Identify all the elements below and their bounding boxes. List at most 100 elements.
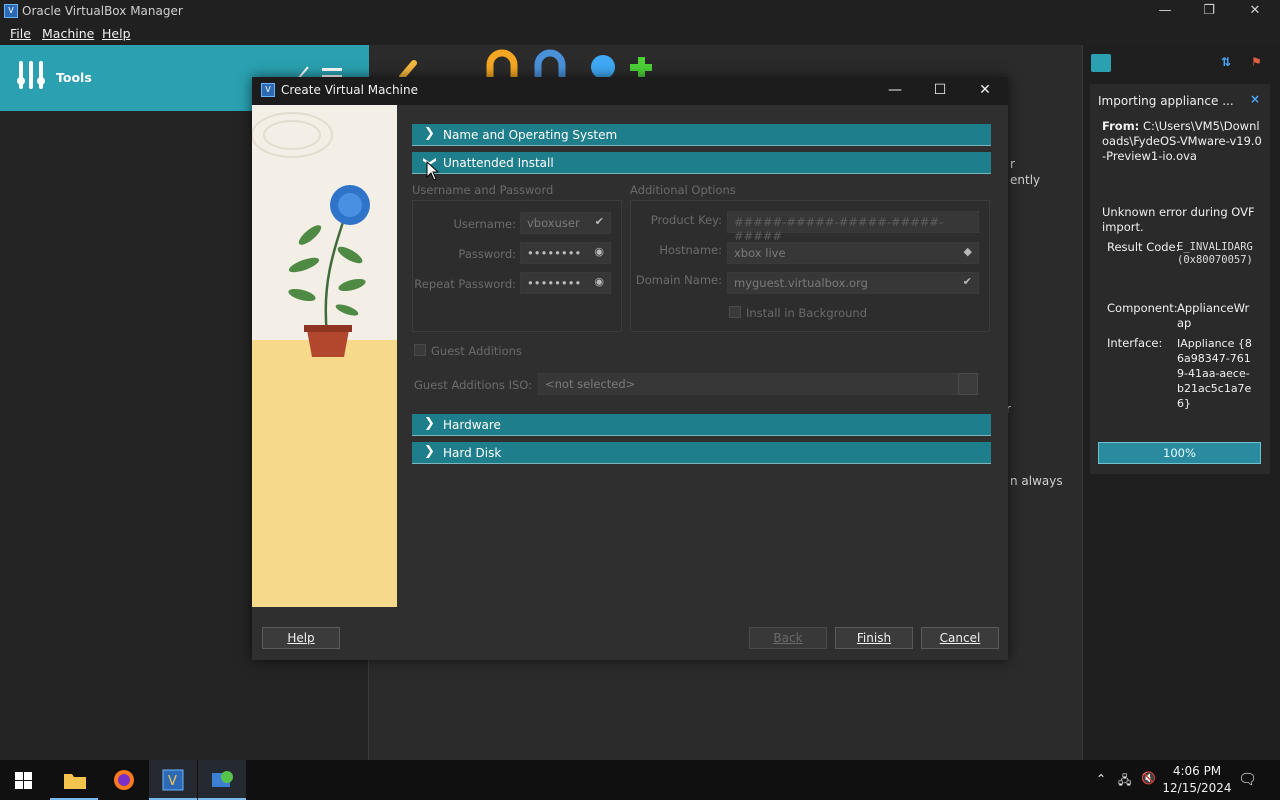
- username-label: Username:: [453, 217, 517, 231]
- additional-options-group-label: Additional Options: [630, 183, 736, 197]
- guest-additions-label: Guest Additions: [431, 344, 522, 358]
- bg-text-1: r: [1010, 157, 1015, 171]
- dialog-close-button[interactable]: ✕: [962, 77, 1008, 105]
- mouse-cursor-icon: [426, 161, 440, 181]
- menu-bar: File Machine Help: [0, 23, 1280, 45]
- menu-machine[interactable]: Machine: [42, 26, 94, 41]
- section-name-os[interactable]: ❯ Name and Operating System: [412, 124, 991, 146]
- menu-file[interactable]: File: [10, 26, 31, 41]
- volume-muted-icon[interactable]: 🔇: [1141, 771, 1156, 785]
- virtualbox-logo-icon: V: [4, 4, 18, 18]
- install-background-label: Install in Background: [746, 306, 868, 320]
- notification-icon[interactable]: [1091, 54, 1111, 72]
- import-progress-bar: 100%: [1098, 442, 1261, 464]
- section-label: Hard Disk: [443, 446, 502, 460]
- password-field[interactable]: •••••••• ◉: [520, 242, 611, 264]
- close-icon[interactable]: ×: [1250, 92, 1260, 106]
- windows-logo-icon: [15, 772, 32, 789]
- install-background-checkbox[interactable]: [729, 306, 741, 318]
- guest-additions-iso-label: Guest Additions ISO:: [414, 378, 532, 392]
- password-value: ••••••••: [527, 246, 582, 260]
- repeat-password-field[interactable]: •••••••• ◉: [520, 272, 611, 294]
- interface-value: IAppliance {86a98347-7619-41aa-aece-b21a…: [1177, 337, 1252, 410]
- dialog-title: Create Virtual Machine: [281, 83, 418, 97]
- domain-name-label: Domain Name:: [635, 273, 722, 287]
- window-title: Oracle VirtualBox Manager: [22, 4, 183, 18]
- folder-icon: [64, 774, 86, 789]
- sort-icon[interactable]: ⇅: [1221, 55, 1231, 69]
- tray-overflow-icon[interactable]: ⌃: [1096, 772, 1106, 786]
- help-button[interactable]: Help: [262, 627, 340, 649]
- guest-additions-iso-select[interactable]: <not selected>: [538, 373, 958, 395]
- cancel-button[interactable]: Cancel: [921, 627, 999, 649]
- dialog-title-bar: V Create Virtual Machine — ☐ ✕: [252, 77, 1008, 105]
- bg-text-4: n always: [1010, 474, 1063, 488]
- domain-name-field[interactable]: myguest.virtualbox.org ✔: [727, 272, 979, 294]
- check-icon: ✔: [594, 215, 604, 228]
- eye-icon[interactable]: ◉: [594, 245, 604, 258]
- minimize-button[interactable]: —: [1142, 0, 1188, 23]
- virtualbox-logo-icon: V: [261, 83, 275, 97]
- warning-icon: ◆: [963, 245, 972, 258]
- section-hardware[interactable]: ❯ Hardware: [412, 414, 991, 436]
- dialog-minimize-button[interactable]: —: [872, 77, 918, 105]
- section-unattended-install[interactable]: ❯ Unattended Install: [412, 152, 991, 174]
- hostname-field[interactable]: xbox live ◆: [727, 242, 979, 264]
- virtualbox-taskbar-button[interactable]: V: [149, 760, 197, 800]
- guest-additions-checkbox[interactable]: [414, 344, 426, 356]
- section-label: Unattended Install: [443, 156, 554, 170]
- password-label: Password:: [458, 247, 516, 261]
- chevron-right-icon: ❯: [424, 416, 435, 431]
- notification-title: Importing appliance ...: [1098, 94, 1234, 108]
- interface-label: Interface:: [1107, 336, 1163, 350]
- tools-icon: [17, 61, 45, 89]
- wizard-illustration: [252, 105, 397, 607]
- folder-browse-button[interactable]: [958, 373, 978, 395]
- product-key-field[interactable]: #####-#####-#####-#####-#####: [727, 211, 979, 243]
- eye-icon[interactable]: ◉: [594, 275, 604, 288]
- section-label: Name and Operating System: [443, 128, 618, 142]
- result-code-value: E_INVALIDARG (0x80070057): [1177, 241, 1253, 266]
- clock-date[interactable]: 12/15/2024: [1162, 781, 1232, 795]
- result-code-label: Result Code:: [1107, 240, 1180, 254]
- close-button[interactable]: ✕: [1232, 0, 1278, 23]
- section-hard-disk[interactable]: ❯ Hard Disk: [412, 442, 991, 464]
- flower-pot-illustration: [252, 105, 397, 607]
- clear-icon[interactable]: ⚑: [1251, 55, 1262, 69]
- svg-text:V: V: [168, 774, 177, 789]
- back-button[interactable]: Back: [749, 627, 827, 649]
- firefox-taskbar-button[interactable]: [100, 760, 148, 800]
- menu-help[interactable]: Help: [102, 26, 131, 41]
- network-app-icon: [212, 771, 233, 787]
- dialog-maximize-button[interactable]: ☐: [917, 77, 963, 105]
- hostname-label: Hostname:: [659, 243, 722, 257]
- bg-text-2: ently: [1010, 173, 1041, 187]
- component-value: ApplianceWrap: [1177, 301, 1250, 330]
- hostname-value: xbox live: [734, 246, 786, 260]
- chevron-right-icon: ❯: [424, 444, 435, 459]
- username-field[interactable]: vboxuser ✔: [520, 212, 611, 234]
- username-password-group-label: Username and Password: [412, 183, 554, 197]
- username-value: vboxuser: [527, 216, 580, 230]
- clock-time[interactable]: 4:06 PM: [1166, 764, 1228, 778]
- notifications-icon[interactable]: 🗨: [1238, 770, 1257, 788]
- tools-label: Tools: [56, 70, 92, 85]
- connection-app-taskbar-button[interactable]: [198, 760, 246, 800]
- component-label: Component:: [1107, 301, 1178, 315]
- section-label: Hardware: [443, 418, 501, 432]
- virtualbox-icon: V: [162, 769, 184, 791]
- chevron-right-icon: ❯: [424, 126, 435, 141]
- from-label: From:: [1102, 119, 1140, 133]
- file-explorer-taskbar-button[interactable]: [50, 760, 98, 800]
- import-notification: Importing appliance ... × From: C:\Users…: [1090, 84, 1270, 474]
- domain-name-value: myguest.virtualbox.org: [734, 276, 868, 290]
- network-icon[interactable]: 🖧: [1118, 771, 1131, 792]
- finish-button[interactable]: Finish: [835, 627, 913, 649]
- repeat-password-label: Repeat Password:: [414, 277, 516, 291]
- check-icon: ✔: [962, 275, 972, 288]
- taskbar: V ⌃ 🖧 🔇 4:06 PM 12/15/2024 🗨: [0, 760, 1280, 800]
- product-key-label: Product Key:: [650, 213, 722, 227]
- title-bar: V Oracle VirtualBox Manager — ❐ ✕: [0, 0, 1280, 23]
- maximize-button[interactable]: ❐: [1186, 0, 1232, 23]
- start-button[interactable]: [0, 760, 48, 800]
